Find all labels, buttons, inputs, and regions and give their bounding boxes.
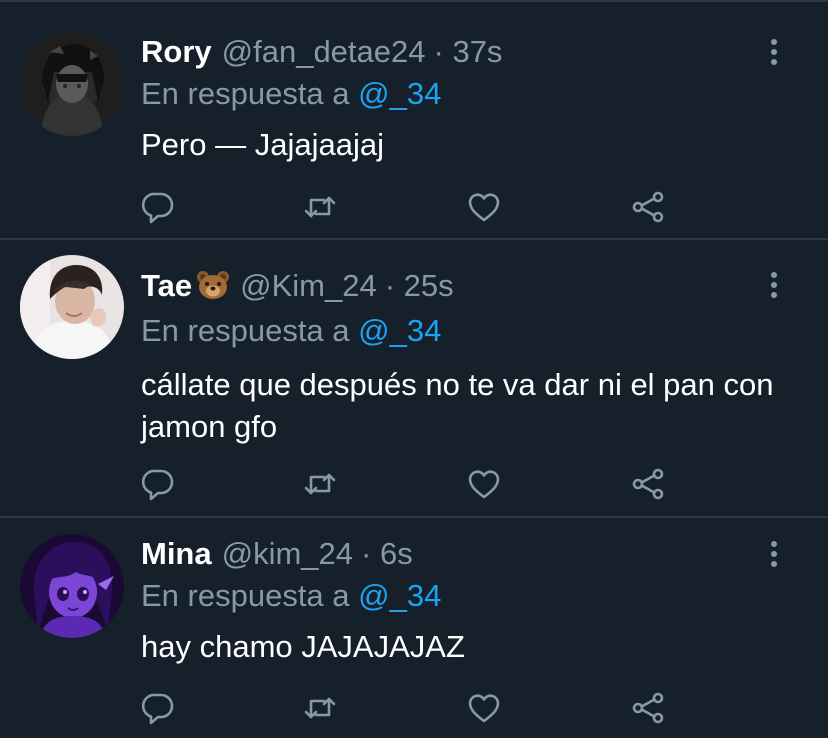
retweet-icon[interactable]	[302, 189, 338, 225]
tweet-item[interactable]: Rory @fan_detae24 · 37s En respuesta a @_3…	[0, 0, 828, 240]
share-icon[interactable]	[630, 690, 666, 726]
display-name[interactable]: Tae	[141, 268, 192, 303]
reply-icon[interactable]	[140, 189, 176, 225]
tweet-text: cállate que después no te va dar ni el p…	[141, 367, 774, 444]
mention-link[interactable]: @_34	[358, 313, 441, 348]
tweet-text: Pero — Jajajaajaj	[141, 127, 384, 162]
timestamp[interactable]: · 37s	[434, 34, 503, 69]
tweet-item[interactable]: Tae @Kim_24 · 25s En respuesta a @_34 cáll…	[0, 240, 828, 518]
share-icon[interactable]	[630, 466, 666, 502]
share-icon[interactable]	[630, 189, 666, 225]
reply-icon[interactable]	[140, 690, 176, 726]
retweet-icon[interactable]	[302, 690, 338, 726]
heart-icon[interactable]	[466, 466, 502, 502]
avatar[interactable]	[20, 255, 124, 359]
heart-icon[interactable]	[466, 690, 502, 726]
heart-icon[interactable]	[466, 189, 502, 225]
avatar[interactable]	[20, 32, 124, 136]
avatar[interactable]	[20, 534, 124, 638]
tweet-header: Rory @fan_detae24 · 37s	[141, 32, 502, 72]
reply-prefix: En respuesta a	[141, 313, 350, 348]
more-vertical-icon[interactable]	[764, 38, 784, 66]
more-vertical-icon[interactable]	[764, 540, 784, 568]
display-name[interactable]: Mina	[141, 536, 212, 571]
mention-link[interactable]: @_34	[358, 76, 441, 111]
tweet-item[interactable]: Mina @kim_24 · 6s En respuesta a @_34 hay …	[0, 518, 828, 738]
timestamp[interactable]: · 25s	[385, 268, 454, 303]
reply-prefix: En respuesta a	[141, 76, 350, 111]
display-name[interactable]: Rory	[141, 34, 212, 69]
reply-prefix: En respuesta a	[141, 578, 350, 613]
tweet-header: Mina @kim_24 · 6s	[141, 534, 413, 574]
reply-context: En respuesta a @_34	[141, 311, 441, 351]
retweet-icon[interactable]	[302, 466, 338, 502]
reply-icon[interactable]	[140, 466, 176, 502]
reply-context: En respuesta a @_34	[141, 74, 441, 114]
user-handle[interactable]: @Kim_24	[240, 268, 377, 303]
mention-link[interactable]: @_34	[358, 578, 441, 613]
reply-context: En respuesta a @_34	[141, 576, 441, 616]
more-vertical-icon[interactable]	[764, 271, 784, 299]
tweet-header: Tae @Kim_24 · 25s	[141, 266, 454, 306]
bear-emoji-icon	[196, 270, 230, 310]
user-handle[interactable]: @kim_24	[222, 536, 353, 571]
timestamp[interactable]: · 6s	[361, 536, 413, 571]
tweet-text: hay chamo JAJAJAJAZ	[141, 629, 465, 664]
user-handle[interactable]: @fan_detae24	[222, 34, 426, 69]
